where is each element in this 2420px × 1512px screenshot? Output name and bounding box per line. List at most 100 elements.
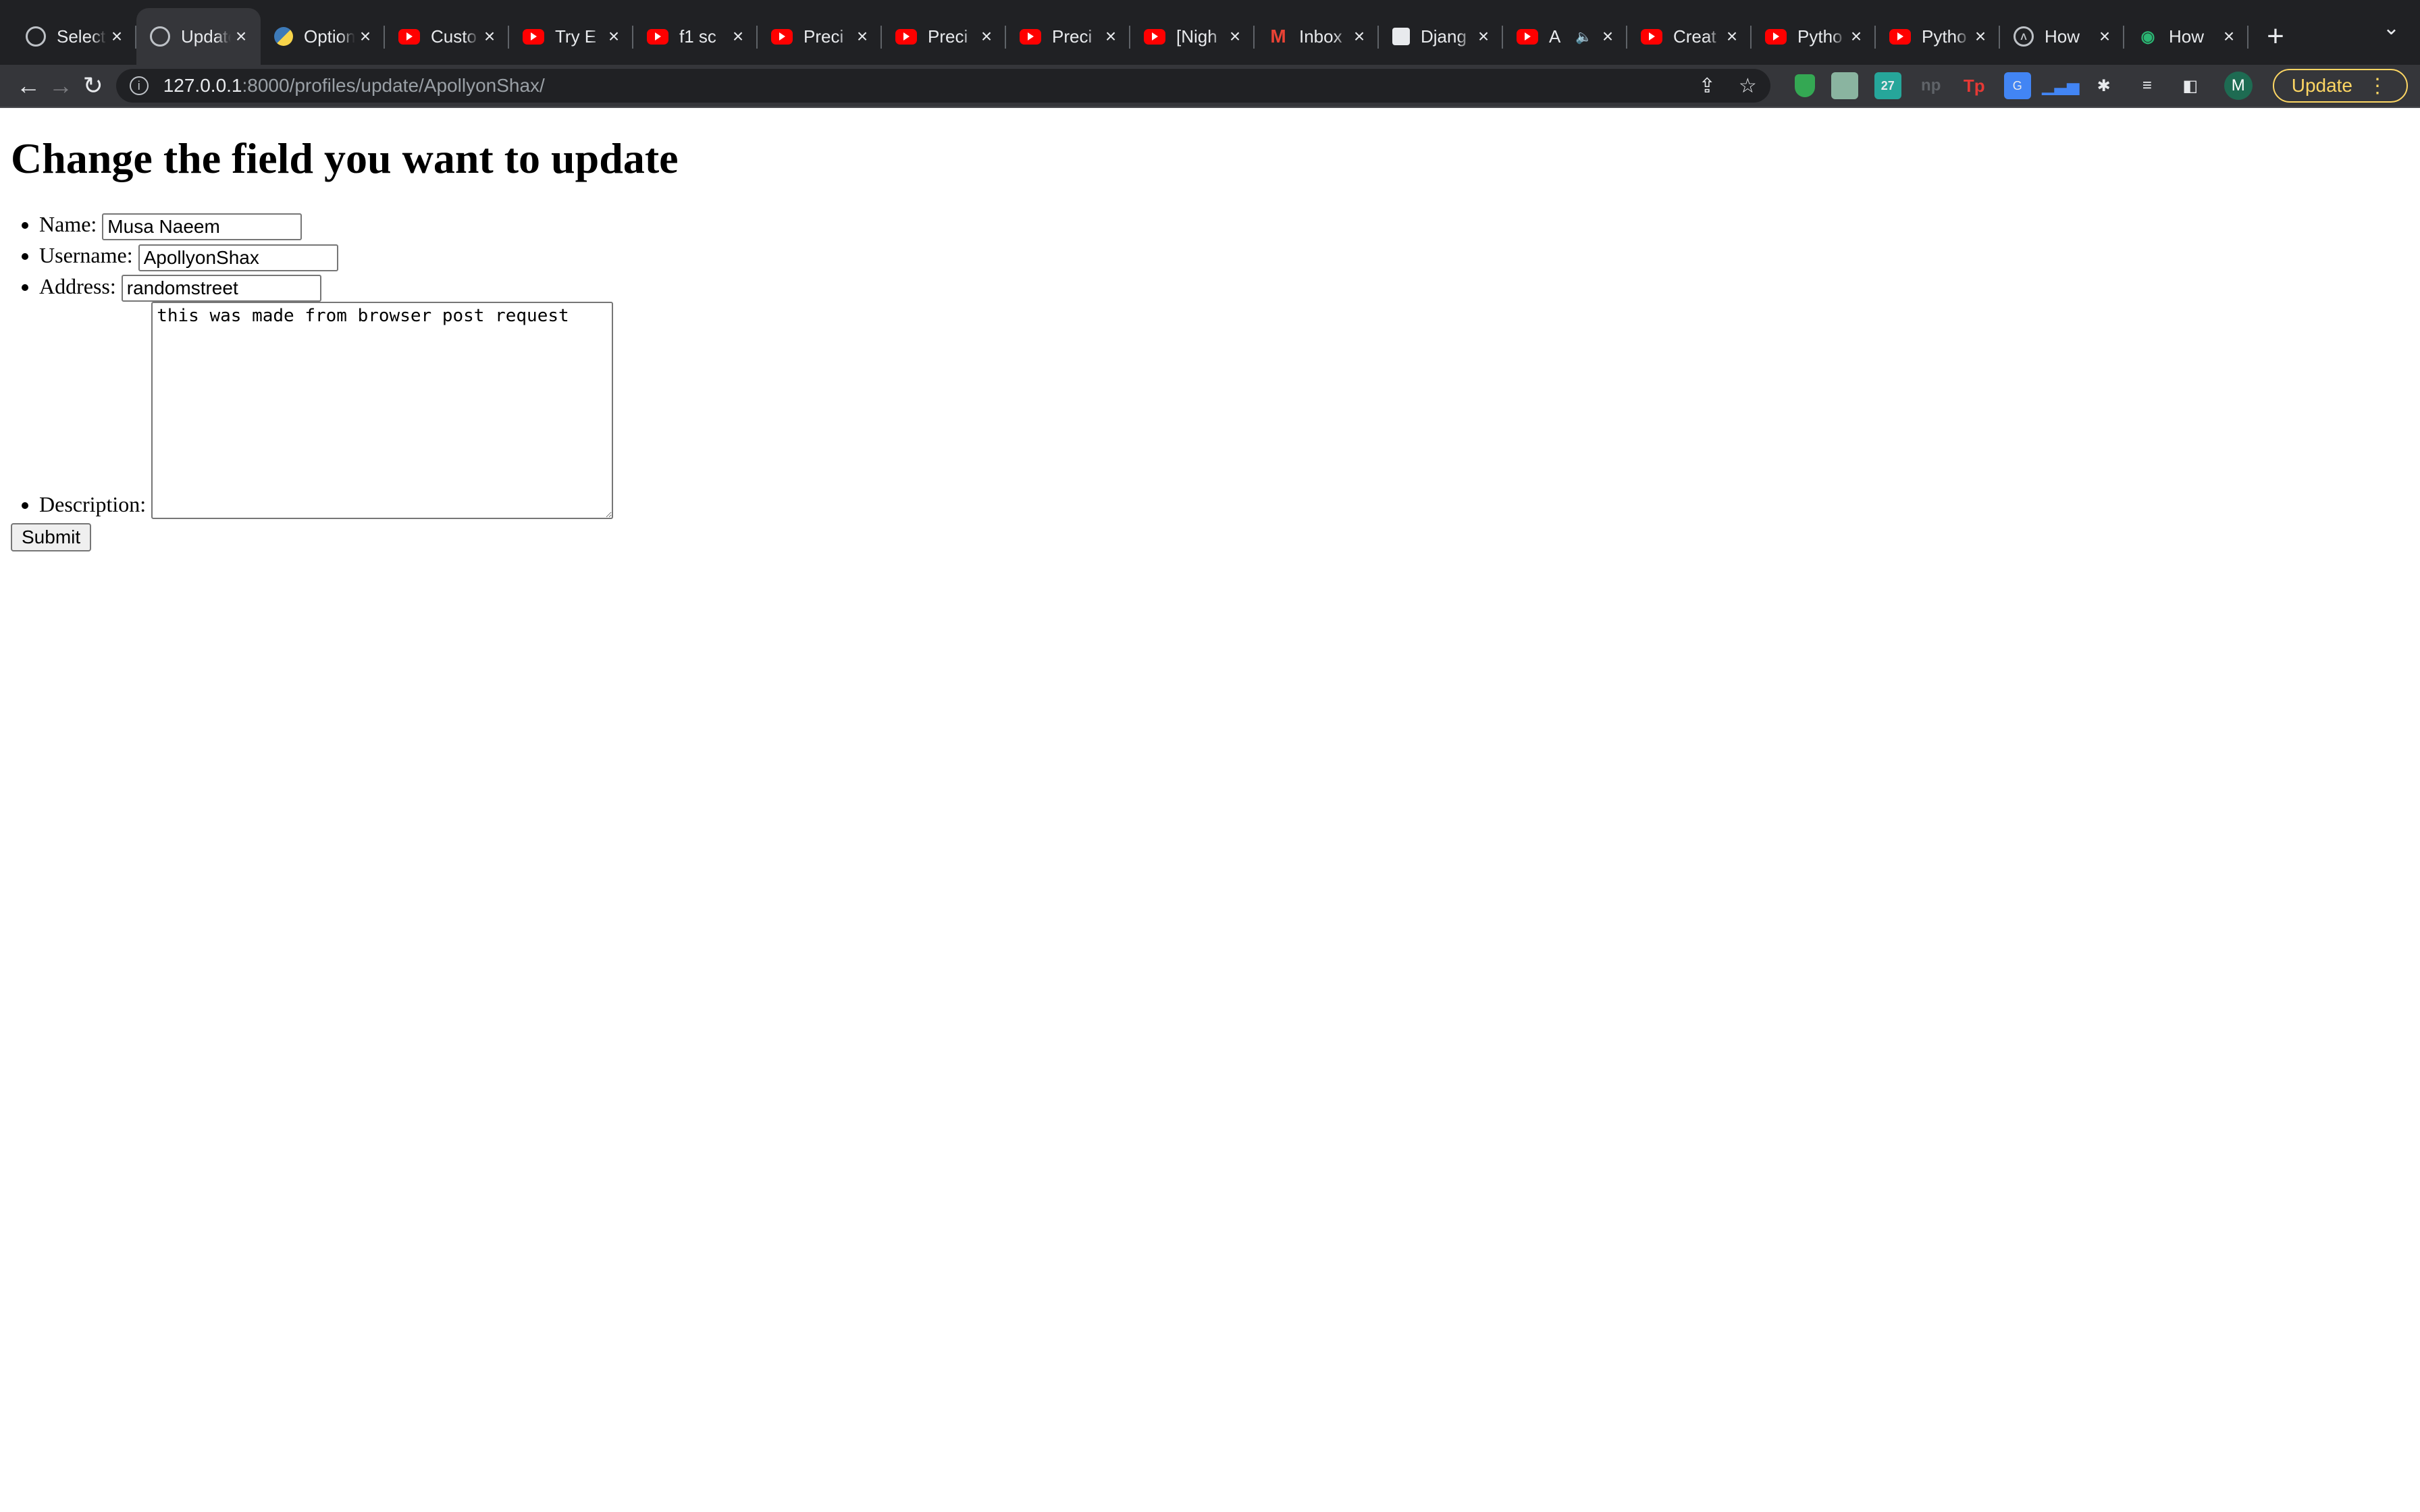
reload-button[interactable]: ↻	[77, 67, 109, 105]
tab-title: Preci	[928, 26, 968, 47]
arrow-left-icon: ←	[16, 72, 41, 99]
youtube-icon	[771, 28, 793, 45]
side-panel-icon[interactable]: ◧	[2177, 72, 2204, 99]
update-button-label: Update	[2291, 75, 2353, 96]
youtube-icon	[1020, 28, 1041, 45]
tab-title: [Nigh	[1176, 26, 1217, 47]
puzzle-extensions-icon[interactable]: ✱	[2090, 72, 2118, 99]
tab-close-icon[interactable]: ×	[1846, 26, 1866, 47]
browser-tab[interactable]: [Nigh ×	[1130, 8, 1255, 65]
browser-toolbar: ← → ↻ i 127.0.0.1:8000/profiles/update/A…	[0, 65, 2420, 108]
calendar-extension-icon[interactable]: 27	[1874, 72, 1901, 99]
tab-close-icon[interactable]: ×	[852, 26, 872, 47]
bookmark-star-icon[interactable]: ☆	[1739, 74, 1757, 98]
tab-close-icon[interactable]: ×	[107, 26, 127, 47]
tab-close-icon[interactable]: ×	[1970, 26, 1991, 47]
analytics-extension-icon[interactable]: ▁▃▅	[2042, 72, 2079, 99]
profile-avatar[interactable]: M	[2224, 72, 2253, 100]
browser-tab[interactable]: Preci ×	[758, 8, 882, 65]
youtube-icon	[647, 28, 668, 45]
tab-close-icon[interactable]: ×	[1225, 26, 1245, 47]
tab-close-icon[interactable]: ×	[1101, 26, 1121, 47]
tab-close-icon[interactable]: ×	[231, 26, 251, 47]
tab-title: How	[2169, 26, 2205, 47]
tab-close-icon[interactable]: ×	[2219, 26, 2239, 47]
tab-close-icon[interactable]: ×	[604, 26, 624, 47]
tab-title: Select	[57, 26, 106, 47]
tab-title: Inbox	[1299, 26, 1342, 47]
browser-tab[interactable]: Creat ×	[1627, 8, 1752, 65]
python-icon	[274, 27, 293, 46]
arrow-right-icon: →	[48, 72, 73, 99]
browser-update-button[interactable]: Update ⋮	[2272, 69, 2409, 103]
browser-tab[interactable]: Djang ×	[1379, 8, 1503, 65]
forward-button[interactable]: →	[45, 67, 77, 105]
globe-icon	[150, 26, 170, 47]
youtube-icon	[1765, 28, 1787, 45]
new-tab-button[interactable]: +	[2248, 8, 2303, 65]
tab-title: Update	[181, 26, 231, 47]
reading-list-icon[interactable]: ≡	[2134, 72, 2161, 99]
translate-extension-icon[interactable]: G	[2003, 72, 2031, 99]
description-textarea[interactable]: this was made from browser post request	[151, 302, 614, 520]
name-label: Name:	[39, 212, 97, 237]
tp-extension-icon[interactable]: Tp	[1961, 72, 1988, 99]
url-host: 127.0.0.1	[163, 75, 242, 96]
trello-icon	[1392, 28, 1410, 45]
speaker-icon[interactable]: 🔈	[1575, 28, 1592, 45]
description-label: Description:	[39, 492, 147, 517]
np-extension-icon[interactable]: np	[1918, 72, 1945, 99]
submit-button[interactable]: Submit	[11, 523, 92, 552]
share-icon[interactable]: ⇪	[1699, 74, 1716, 98]
browser-tab[interactable]: Preci ×	[882, 8, 1006, 65]
tab-list: Select×Update×Option×Custo×Try E×f1 sc×P…	[12, 8, 2248, 65]
site-info-icon[interactable]: i	[129, 76, 149, 95]
username-input[interactable]	[138, 244, 338, 271]
browser-tab[interactable]: Try E ×	[509, 8, 633, 65]
tab-close-icon[interactable]: ×	[976, 26, 997, 47]
back-button[interactable]: ←	[12, 67, 45, 105]
tab-title: f1 sc	[679, 26, 716, 47]
browser-tab[interactable]: ◉ How ×	[2124, 8, 2248, 65]
address-bar[interactable]: i 127.0.0.1:8000/profiles/update/Apollyo…	[115, 69, 1770, 103]
browser-tab[interactable]: f1 sc ×	[633, 8, 758, 65]
tab-close-icon[interactable]: ×	[1598, 26, 1618, 47]
name-input[interactable]	[102, 213, 302, 241]
tab-close-icon[interactable]: ×	[1473, 26, 1494, 47]
browser-tab[interactable]: Update×	[136, 8, 261, 65]
browser-tab[interactable]: A 🔈 ×	[1503, 8, 1627, 65]
tab-close-icon[interactable]: ×	[1349, 26, 1369, 47]
tab-title: Custo	[431, 26, 477, 47]
browser-tab[interactable]: Pytho ×	[1752, 8, 1876, 65]
browser-tab[interactable]: Pytho ×	[1876, 8, 2000, 65]
update-profile-form: Name: Username: Address: Description: th…	[11, 209, 2409, 552]
tab-close-icon[interactable]: ×	[2095, 26, 2115, 47]
tab-title: How	[2045, 26, 2080, 47]
tab-close-icon[interactable]: ×	[355, 26, 375, 47]
gmail-icon: M	[1270, 26, 1286, 47]
youtube-icon	[895, 28, 917, 45]
screen-extension-icon[interactable]	[1831, 72, 1858, 99]
browser-tab[interactable]: Custo ×	[385, 8, 509, 65]
youtube-icon	[1517, 28, 1538, 45]
tab-title: Option	[304, 26, 355, 47]
browser-tab[interactable]: Option ×	[261, 8, 385, 65]
field-item-name: Name:	[39, 209, 2409, 241]
reload-icon: ↻	[82, 72, 103, 99]
tab-search-chevron-icon[interactable]: ⌄	[2383, 16, 2400, 40]
tab-close-icon[interactable]: ×	[728, 26, 748, 47]
youtube-icon	[1144, 28, 1165, 45]
shield-extension-icon[interactable]	[1794, 74, 1815, 97]
youtube-icon	[1641, 28, 1662, 45]
youtube-icon	[523, 28, 544, 45]
tab-strip: Select×Update×Option×Custo×Try E×f1 sc×P…	[0, 0, 2420, 65]
address-input[interactable]	[121, 275, 321, 302]
browser-tab[interactable]: Select ×	[12, 8, 136, 65]
browser-tab[interactable]: M Inbox ×	[1255, 8, 1379, 65]
browser-tab[interactable]: Λ How ×	[2000, 8, 2124, 65]
tab-close-icon[interactable]: ×	[1722, 26, 1742, 47]
field-list: Name: Username: Address: Description: th…	[11, 209, 2409, 520]
tab-close-icon[interactable]: ×	[479, 26, 500, 47]
tab-title: Try E	[555, 26, 597, 47]
browser-tab[interactable]: Preci ×	[1006, 8, 1130, 65]
